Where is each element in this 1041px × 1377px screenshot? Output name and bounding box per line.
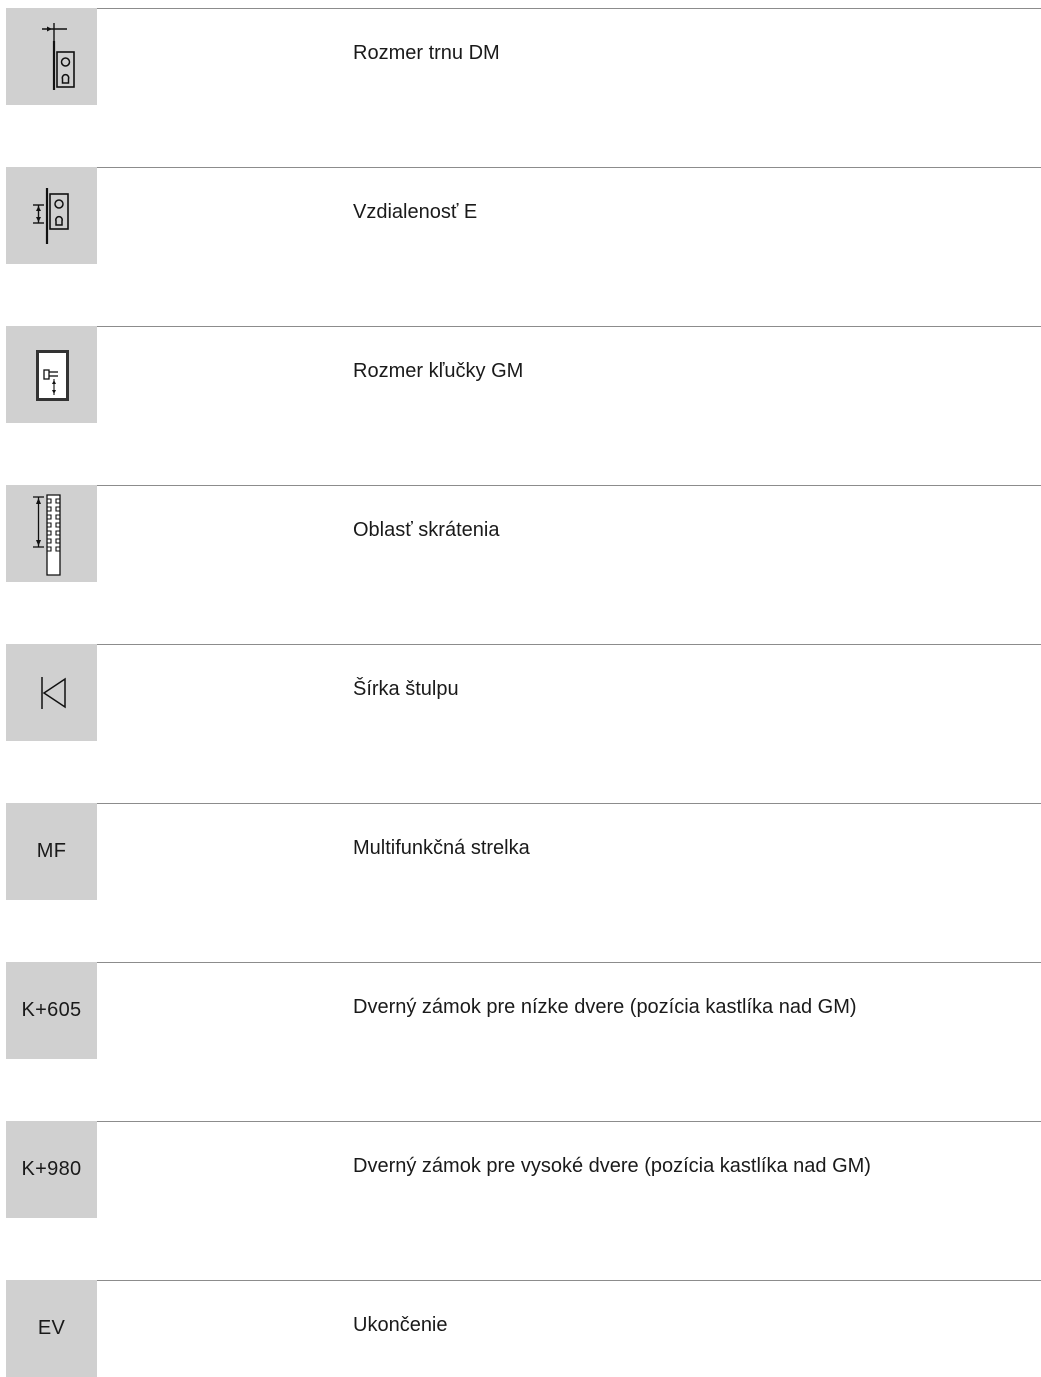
legend-label: Oblasť skrátenia <box>353 519 500 541</box>
distance-icon <box>6 167 97 264</box>
legend-row: Rozmer trnu DM <box>6 8 1041 105</box>
legend-label: Dverný zámok pre vysoké dvere (pozícia k… <box>353 1155 871 1177</box>
legend-label: Rozmer kľučky GM <box>353 360 524 382</box>
legend-label: Šírka štulpu <box>353 678 459 700</box>
code-tile: EV <box>6 1280 97 1377</box>
legend-label: Vzdialenosť E <box>353 201 478 223</box>
symbol-code: MF <box>36 840 67 862</box>
code-tile: MF <box>6 803 97 900</box>
legend-row: EV Ukončenie <box>6 1280 1041 1377</box>
legend-label: Ukončenie <box>353 1314 448 1336</box>
symbol-code: K+605 <box>21 999 82 1021</box>
code-tile: K+980 <box>6 1121 97 1218</box>
backset-icon <box>6 8 97 105</box>
symbol-code: EV <box>37 1317 66 1339</box>
legend-row: Rozmer kľučky GM <box>6 326 1041 423</box>
legend-row: Oblasť skrátenia <box>6 485 1041 582</box>
code-tile: K+605 <box>6 962 97 1059</box>
legend-row: Vzdialenosť E <box>6 167 1041 264</box>
legend-label: Dverný zámok pre nízke dvere (pozícia ka… <box>353 996 857 1018</box>
handle-height-icon <box>6 326 97 423</box>
symbol-code: K+980 <box>21 1158 82 1180</box>
legend-label: Rozmer trnu DM <box>353 42 500 64</box>
shortening-range-icon <box>6 485 97 582</box>
faceplate-width-icon <box>6 644 97 741</box>
legend-row: K+605 Dverný zámok pre nízke dvere (pozí… <box>6 962 1041 1059</box>
legend-row: Šírka štulpu <box>6 644 1041 741</box>
legend-row: K+980 Dverný zámok pre vysoké dvere (poz… <box>6 1121 1041 1218</box>
legend-label: Multifunkčná strelka <box>353 837 530 859</box>
legend-row: MF Multifunkčná strelka <box>6 803 1041 900</box>
